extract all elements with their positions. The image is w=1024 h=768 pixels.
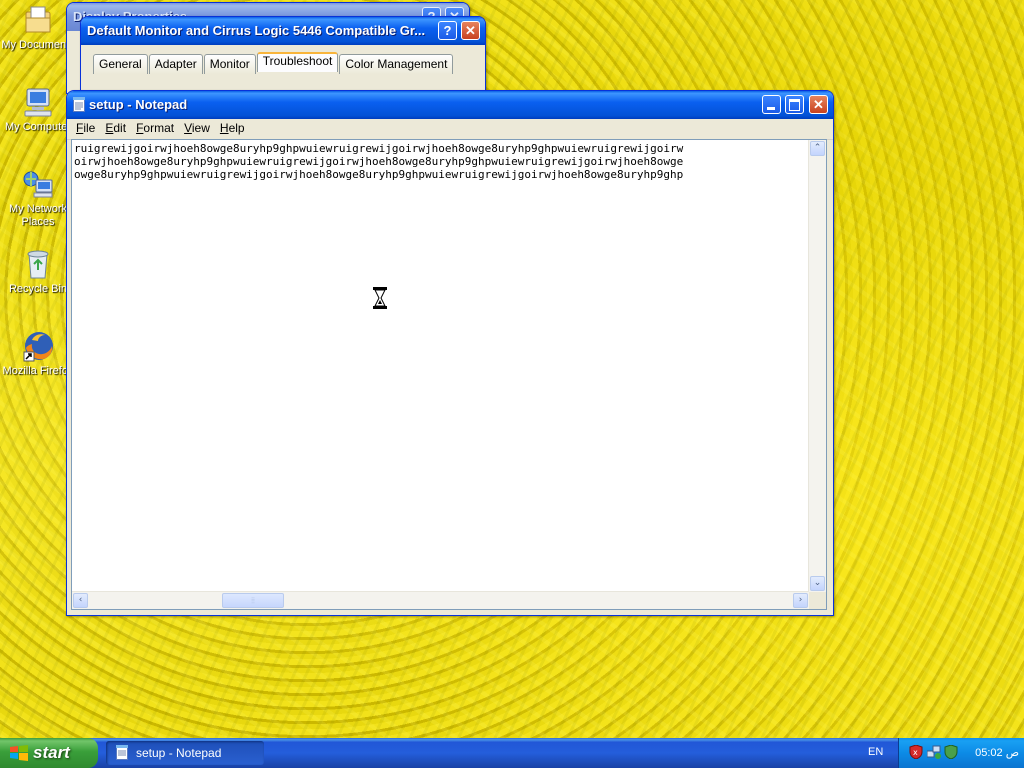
taskbar-item-label: setup - Notepad bbox=[136, 746, 222, 760]
scroll-left-button[interactable]: ‹ bbox=[73, 593, 88, 608]
notepad-icon bbox=[116, 745, 128, 763]
notepad-titlebar[interactable]: setup - Notepad ✕ bbox=[67, 91, 833, 119]
recycle-bin-icon bbox=[22, 248, 54, 280]
tab-color-management[interactable]: Color Management bbox=[339, 54, 454, 74]
text-area[interactable]: ruigrewijgoirwjhoeh8owge8uryhp9ghpwuiewr… bbox=[74, 142, 809, 591]
desktop-icon-label: My Computer bbox=[4, 121, 72, 133]
shield-update-icon[interactable] bbox=[944, 744, 958, 760]
desktop-icon-label: My Network Places bbox=[8, 203, 68, 228]
text-line: ruigrewijgoirwjhoeh8owge8uryhp9ghpwuiewr… bbox=[74, 142, 684, 155]
close-button[interactable]: ✕ bbox=[809, 95, 828, 114]
text-line: oirwjhoeh8owge8uryhp9ghpwuiewruigrewijgo… bbox=[74, 155, 684, 168]
hourglass-cursor-icon bbox=[372, 287, 388, 309]
start-button[interactable]: start bbox=[0, 738, 98, 768]
maximize-button[interactable] bbox=[785, 95, 804, 114]
windows-logo-icon bbox=[10, 745, 28, 761]
menu-edit[interactable]: Edit bbox=[100, 119, 131, 139]
monitor-properties-window[interactable]: Default Monitor and Cirrus Logic 5446 Co… bbox=[80, 16, 486, 93]
menu-file[interactable]: File bbox=[71, 119, 100, 139]
desktop-icon-my-documents[interactable]: My Documents bbox=[0, 4, 76, 52]
tab-troubleshoot[interactable]: Troubleshoot bbox=[256, 52, 339, 72]
system-tray: x 05:02 ص bbox=[898, 738, 1024, 768]
desktop-icon-mozilla-firefox[interactable]: Mozilla Firefox bbox=[0, 330, 76, 378]
scroll-down-button[interactable]: ⌄ bbox=[810, 576, 825, 591]
properties-tabs: General Adapter Monitor Troubleshoot Col… bbox=[93, 52, 454, 74]
firefox-icon bbox=[22, 330, 54, 362]
scroll-right-button[interactable]: › bbox=[793, 593, 808, 608]
menu-help[interactable]: Help bbox=[215, 119, 250, 139]
vertical-scrollbar[interactable]: ⌃ ⌄ bbox=[808, 140, 826, 592]
close-button[interactable]: ✕ bbox=[461, 21, 480, 40]
desktop-icon-my-computer[interactable]: My Computer bbox=[0, 86, 76, 134]
scroll-thumb[interactable]: ⦙⦙ bbox=[222, 593, 284, 608]
monitor-properties-titlebar[interactable]: Default Monitor and Cirrus Logic 5446 Co… bbox=[81, 17, 485, 45]
notepad-window[interactable]: setup - Notepad ✕ File Edit Format View … bbox=[66, 90, 834, 616]
text-line: owge8uryhp9ghpwuiewruigrewijgoirwjhoeh8o… bbox=[74, 168, 684, 181]
security-shield-icon[interactable]: x bbox=[909, 744, 923, 760]
help-button[interactable]: ? bbox=[438, 21, 457, 40]
tab-adapter[interactable]: Adapter bbox=[148, 54, 203, 74]
desktop-icon-label: My Documents bbox=[1, 39, 75, 51]
menu-view[interactable]: View bbox=[179, 119, 215, 139]
window-title: setup - Notepad bbox=[89, 97, 188, 112]
window-title: Default Monitor and Cirrus Logic 5446 Co… bbox=[87, 23, 426, 38]
text-editor[interactable]: ruigrewijgoirwjhoeh8owge8uryhp9ghpwuiewr… bbox=[71, 139, 827, 610]
folder-documents-icon bbox=[22, 4, 54, 36]
language-indicator[interactable]: EN bbox=[868, 746, 883, 758]
notepad-icon bbox=[73, 97, 85, 112]
desktop-icon-label: Mozilla Firefox bbox=[2, 365, 74, 377]
desktop-icon-recycle-bin[interactable]: Recycle Bin bbox=[0, 248, 76, 296]
clock[interactable]: 05:02 ص bbox=[975, 746, 1019, 759]
computer-icon bbox=[22, 86, 54, 118]
resize-grip[interactable] bbox=[809, 592, 826, 609]
taskbar-item-notepad[interactable]: setup - Notepad bbox=[106, 741, 264, 765]
network-places-icon bbox=[22, 168, 54, 200]
tab-general[interactable]: General bbox=[93, 54, 148, 74]
desktop-icon-my-network-places[interactable]: My Network Places bbox=[0, 168, 76, 229]
minimize-button[interactable] bbox=[762, 95, 781, 114]
desktop-icon-label: Recycle Bin bbox=[8, 283, 68, 295]
scroll-up-button[interactable]: ⌃ bbox=[810, 141, 825, 156]
menu-bar: File Edit Format View Help bbox=[67, 119, 833, 140]
network-icon[interactable] bbox=[926, 745, 941, 759]
tab-monitor[interactable]: Monitor bbox=[203, 54, 256, 74]
start-label: start bbox=[33, 743, 70, 762]
horizontal-scrollbar[interactable]: ‹ ⦙⦙ › bbox=[72, 591, 809, 609]
menu-format[interactable]: Format bbox=[131, 119, 179, 139]
taskbar: start setup - Notepad EN x 05:02 ص bbox=[0, 738, 1024, 768]
svg-text:x: x bbox=[913, 748, 918, 757]
